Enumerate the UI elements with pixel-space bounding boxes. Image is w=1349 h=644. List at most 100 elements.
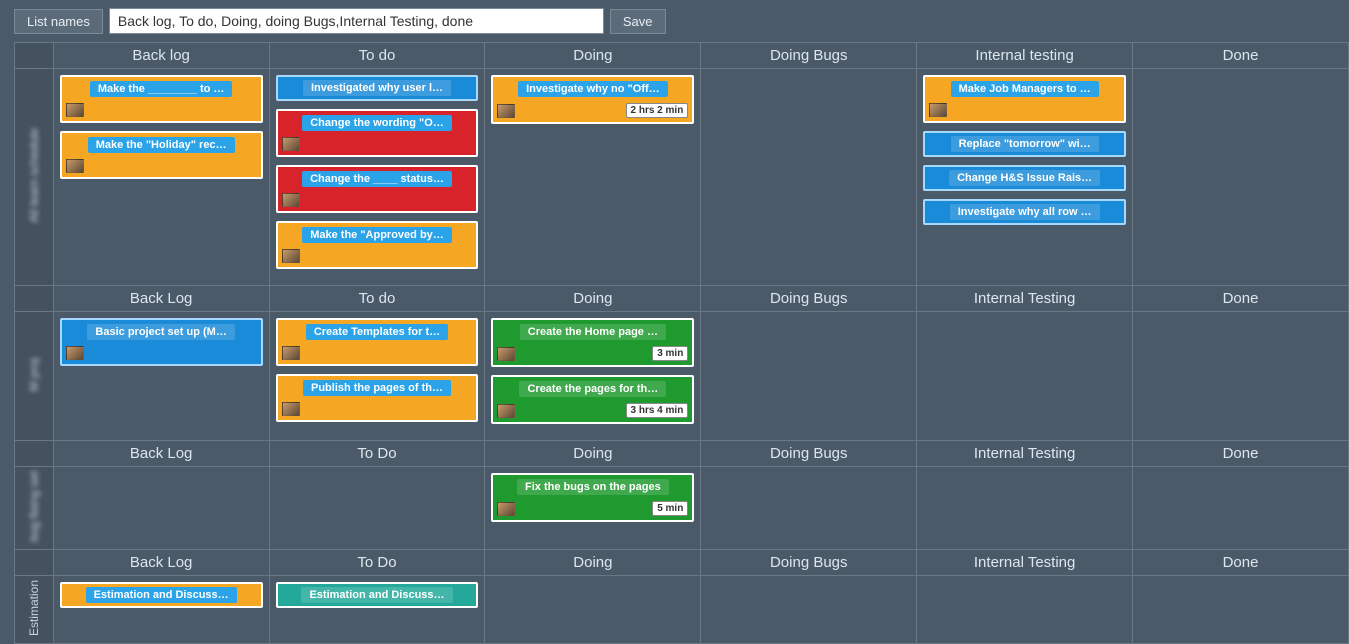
kanban-card[interactable]: Make the ________ to …: [60, 75, 263, 123]
kanban-card[interactable]: Change the wording "O…: [276, 109, 479, 157]
avatar: [66, 346, 84, 360]
column-header: Done: [1133, 549, 1349, 575]
column-header: Doing Bugs: [701, 286, 917, 312]
board-cell[interactable]: Investigated why user l… Change the wordi…: [269, 69, 485, 286]
avatar: [282, 402, 300, 416]
avatar: [66, 159, 84, 173]
board-cell[interactable]: Fix the bugs on the pages5 min: [485, 467, 701, 550]
list-names-button[interactable]: List names: [14, 9, 103, 34]
lane-label: Estimation: [27, 580, 41, 636]
avatar: [497, 404, 515, 418]
kanban-card[interactable]: Investigate why no "Off… 2 hrs 2 min: [491, 75, 694, 124]
board-cell[interactable]: [53, 467, 269, 550]
board-cell[interactable]: [701, 69, 917, 286]
board-cell[interactable]: [1133, 312, 1349, 441]
board-cell[interactable]: [269, 467, 485, 550]
kanban-card[interactable]: Make Job Managers to …: [923, 75, 1126, 123]
lane-label: All team schedule: [27, 128, 41, 223]
time-badge: 3 hrs 4 min: [626, 403, 689, 418]
board-cell[interactable]: [1133, 69, 1349, 286]
board-cell[interactable]: Investigate why no "Off… 2 hrs 2 min: [485, 69, 701, 286]
card-title: Change H&S Issue Rais…: [949, 170, 1100, 186]
kanban-card[interactable]: Investigated why user l…: [276, 75, 479, 101]
kanban-card[interactable]: Estimation and Discuss…: [276, 582, 479, 608]
column-header: To do: [269, 43, 485, 69]
column-header: Doing: [485, 286, 701, 312]
board-cell[interactable]: [1133, 467, 1349, 550]
kanban-card[interactable]: Make the "Holiday" rec…: [60, 131, 263, 179]
card-title: Make the "Holiday" rec…: [88, 137, 235, 153]
kanban-card[interactable]: Create the pages for th… 3 hrs 4 min: [491, 375, 694, 424]
lane-label-cell: [15, 441, 54, 467]
card-title: Basic project set up (M…: [87, 324, 234, 340]
kanban-card[interactable]: Change the ____ status…: [276, 165, 479, 213]
kanban-card[interactable]: Make the "Approved by…: [276, 221, 479, 269]
kanban-card[interactable]: Create the Home page … 3 min: [491, 318, 694, 367]
card-title: Change the wording "O…: [302, 115, 452, 131]
board-cell[interactable]: [701, 575, 917, 643]
board-cell[interactable]: Make the ________ to … Make the "Holiday"…: [53, 69, 269, 286]
column-header: To Do: [269, 441, 485, 467]
kanban-card[interactable]: Change H&S Issue Rais…: [923, 165, 1126, 191]
time-badge: 3 min: [652, 346, 688, 361]
column-header: Back Log: [53, 549, 269, 575]
card-title: Make Job Managers to …: [951, 81, 1099, 97]
kanban-board: Back logTo doDoingDoing BugsInternal tes…: [14, 42, 1349, 644]
board-cell[interactable]: Create Templates for t… Publish the pages…: [269, 312, 485, 441]
avatar: [497, 347, 515, 361]
save-button[interactable]: Save: [610, 9, 666, 34]
column-header: Doing Bugs: [701, 441, 917, 467]
lane-label-cell: [15, 549, 54, 575]
kanban-card[interactable]: Investigate why all row …: [923, 199, 1126, 225]
card-title: Change the ____ status…: [302, 171, 452, 187]
column-header: Done: [1133, 286, 1349, 312]
board-cell[interactable]: [485, 575, 701, 643]
column-header: Doing: [485, 43, 701, 69]
card-title: Create Templates for t…: [306, 324, 448, 340]
avatar: [497, 502, 515, 516]
time-badge: 5 min: [652, 501, 688, 516]
kanban-card[interactable]: Fix the bugs on the pages5 min: [491, 473, 694, 522]
board-cell[interactable]: [1133, 575, 1349, 643]
card-title: Publish the pages of th…: [303, 380, 451, 396]
kanban-card[interactable]: Replace "tomorrow" wi…: [923, 131, 1126, 157]
board-cell[interactable]: Make Job Managers to … Replace "tomorrow"…: [917, 69, 1133, 286]
board-cell[interactable]: Basic project set up (M…: [53, 312, 269, 441]
kanban-card[interactable]: Create Templates for t…: [276, 318, 479, 366]
column-header: Doing: [485, 549, 701, 575]
avatar: [66, 103, 84, 117]
column-header: Back Log: [53, 286, 269, 312]
card-title: Replace "tomorrow" wi…: [951, 136, 1099, 152]
lane-label: M proj: [27, 358, 41, 391]
card-title: Make the "Approved by…: [302, 227, 452, 243]
card-title: Estimation and Discuss…: [301, 587, 452, 603]
card-title: Create the pages for th…: [519, 381, 666, 397]
column-header: Internal Testing: [917, 549, 1133, 575]
board-cell[interactable]: [917, 312, 1133, 441]
lane-label-cell: bug fixing set: [15, 467, 54, 550]
card-title: Investigate why no "Off…: [518, 81, 668, 97]
kanban-card[interactable]: Estimation and Discuss…: [60, 582, 263, 608]
lane-label-cell: Estimation: [15, 575, 54, 643]
board-cell[interactable]: [701, 467, 917, 550]
board-cell[interactable]: Create the Home page … 3 min Create the pa…: [485, 312, 701, 441]
time-badge: 2 hrs 2 min: [626, 103, 689, 118]
column-header: Internal testing: [917, 43, 1133, 69]
board-cell[interactable]: [701, 312, 917, 441]
board-cell[interactable]: [917, 575, 1133, 643]
board-cell[interactable]: Estimation and Discuss…: [269, 575, 485, 643]
column-header: Back Log: [53, 441, 269, 467]
board-cell[interactable]: [917, 467, 1133, 550]
kanban-card[interactable]: Basic project set up (M…: [60, 318, 263, 366]
column-header: Back log: [53, 43, 269, 69]
lane-label: bug fixing set: [27, 471, 41, 542]
card-title: Create the Home page …: [520, 324, 666, 340]
avatar: [282, 346, 300, 360]
card-title: Estimation and Discuss…: [86, 587, 237, 603]
kanban-card[interactable]: Publish the pages of th…: [276, 374, 479, 422]
board-cell[interactable]: Estimation and Discuss…: [53, 575, 269, 643]
list-names-input[interactable]: [109, 8, 604, 34]
lane-label-cell: [15, 286, 54, 312]
lane-label-cell: M proj: [15, 312, 54, 441]
column-header: Doing: [485, 441, 701, 467]
